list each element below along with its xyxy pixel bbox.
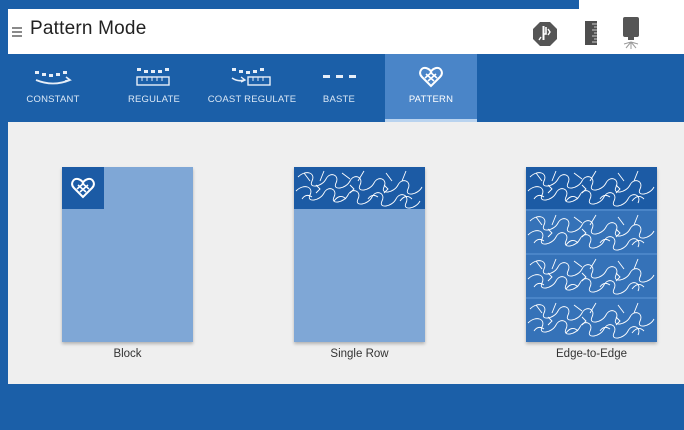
edge-to-edge-card[interactable] [526, 167, 657, 342]
ruler-icon[interactable] [583, 20, 599, 46]
tab-label: COAST REGULATE [207, 94, 297, 105]
stop-needle-icon[interactable] [532, 21, 558, 47]
edge-to-edge-pattern-preview [526, 167, 657, 342]
laser-sensor-icon[interactable] [619, 17, 643, 51]
pattern-heart-icon [62, 167, 104, 209]
tab-constant[interactable]: CONSTANT [16, 54, 90, 122]
single-row-pattern-preview [294, 167, 425, 209]
block-card[interactable] [62, 167, 193, 342]
coast-regulate-icon [230, 66, 274, 88]
page-title: Pattern Mode [30, 18, 147, 39]
bottom-bar [8, 384, 684, 430]
constant-stitch-icon [33, 66, 73, 88]
tab-label: REGULATE [127, 94, 181, 105]
tab-regulate[interactable]: REGULATE [118, 54, 190, 122]
tab-baste[interactable]: BASTE [308, 54, 370, 122]
stitch-mode-tabbar: CONSTANT REGULATE COAST REGULATE BASTE P… [8, 54, 684, 122]
single-row-card[interactable] [294, 167, 425, 342]
baste-icon [319, 66, 359, 88]
tab-label: PATTERN [408, 94, 454, 105]
tab-pattern[interactable]: PATTERN [385, 54, 477, 122]
tab-coast-regulate[interactable]: COAST REGULATE [206, 54, 298, 122]
app-header: Pattern Mode [8, 9, 684, 54]
hamburger-menu-icon[interactable] [12, 27, 26, 37]
regulate-stitch-icon [134, 66, 174, 88]
pattern-type-panel: Block Single Row Edge-to-Edge [8, 122, 684, 384]
block-label: Block [113, 348, 142, 360]
pattern-heart-icon [419, 66, 443, 88]
edge-to-edge-label: Edge-to-Edge [556, 348, 627, 360]
tab-label: BASTE [322, 94, 356, 105]
single-row-label: Single Row [330, 348, 389, 360]
tab-label: CONSTANT [26, 94, 80, 105]
top-frame-notch [579, 0, 684, 9]
